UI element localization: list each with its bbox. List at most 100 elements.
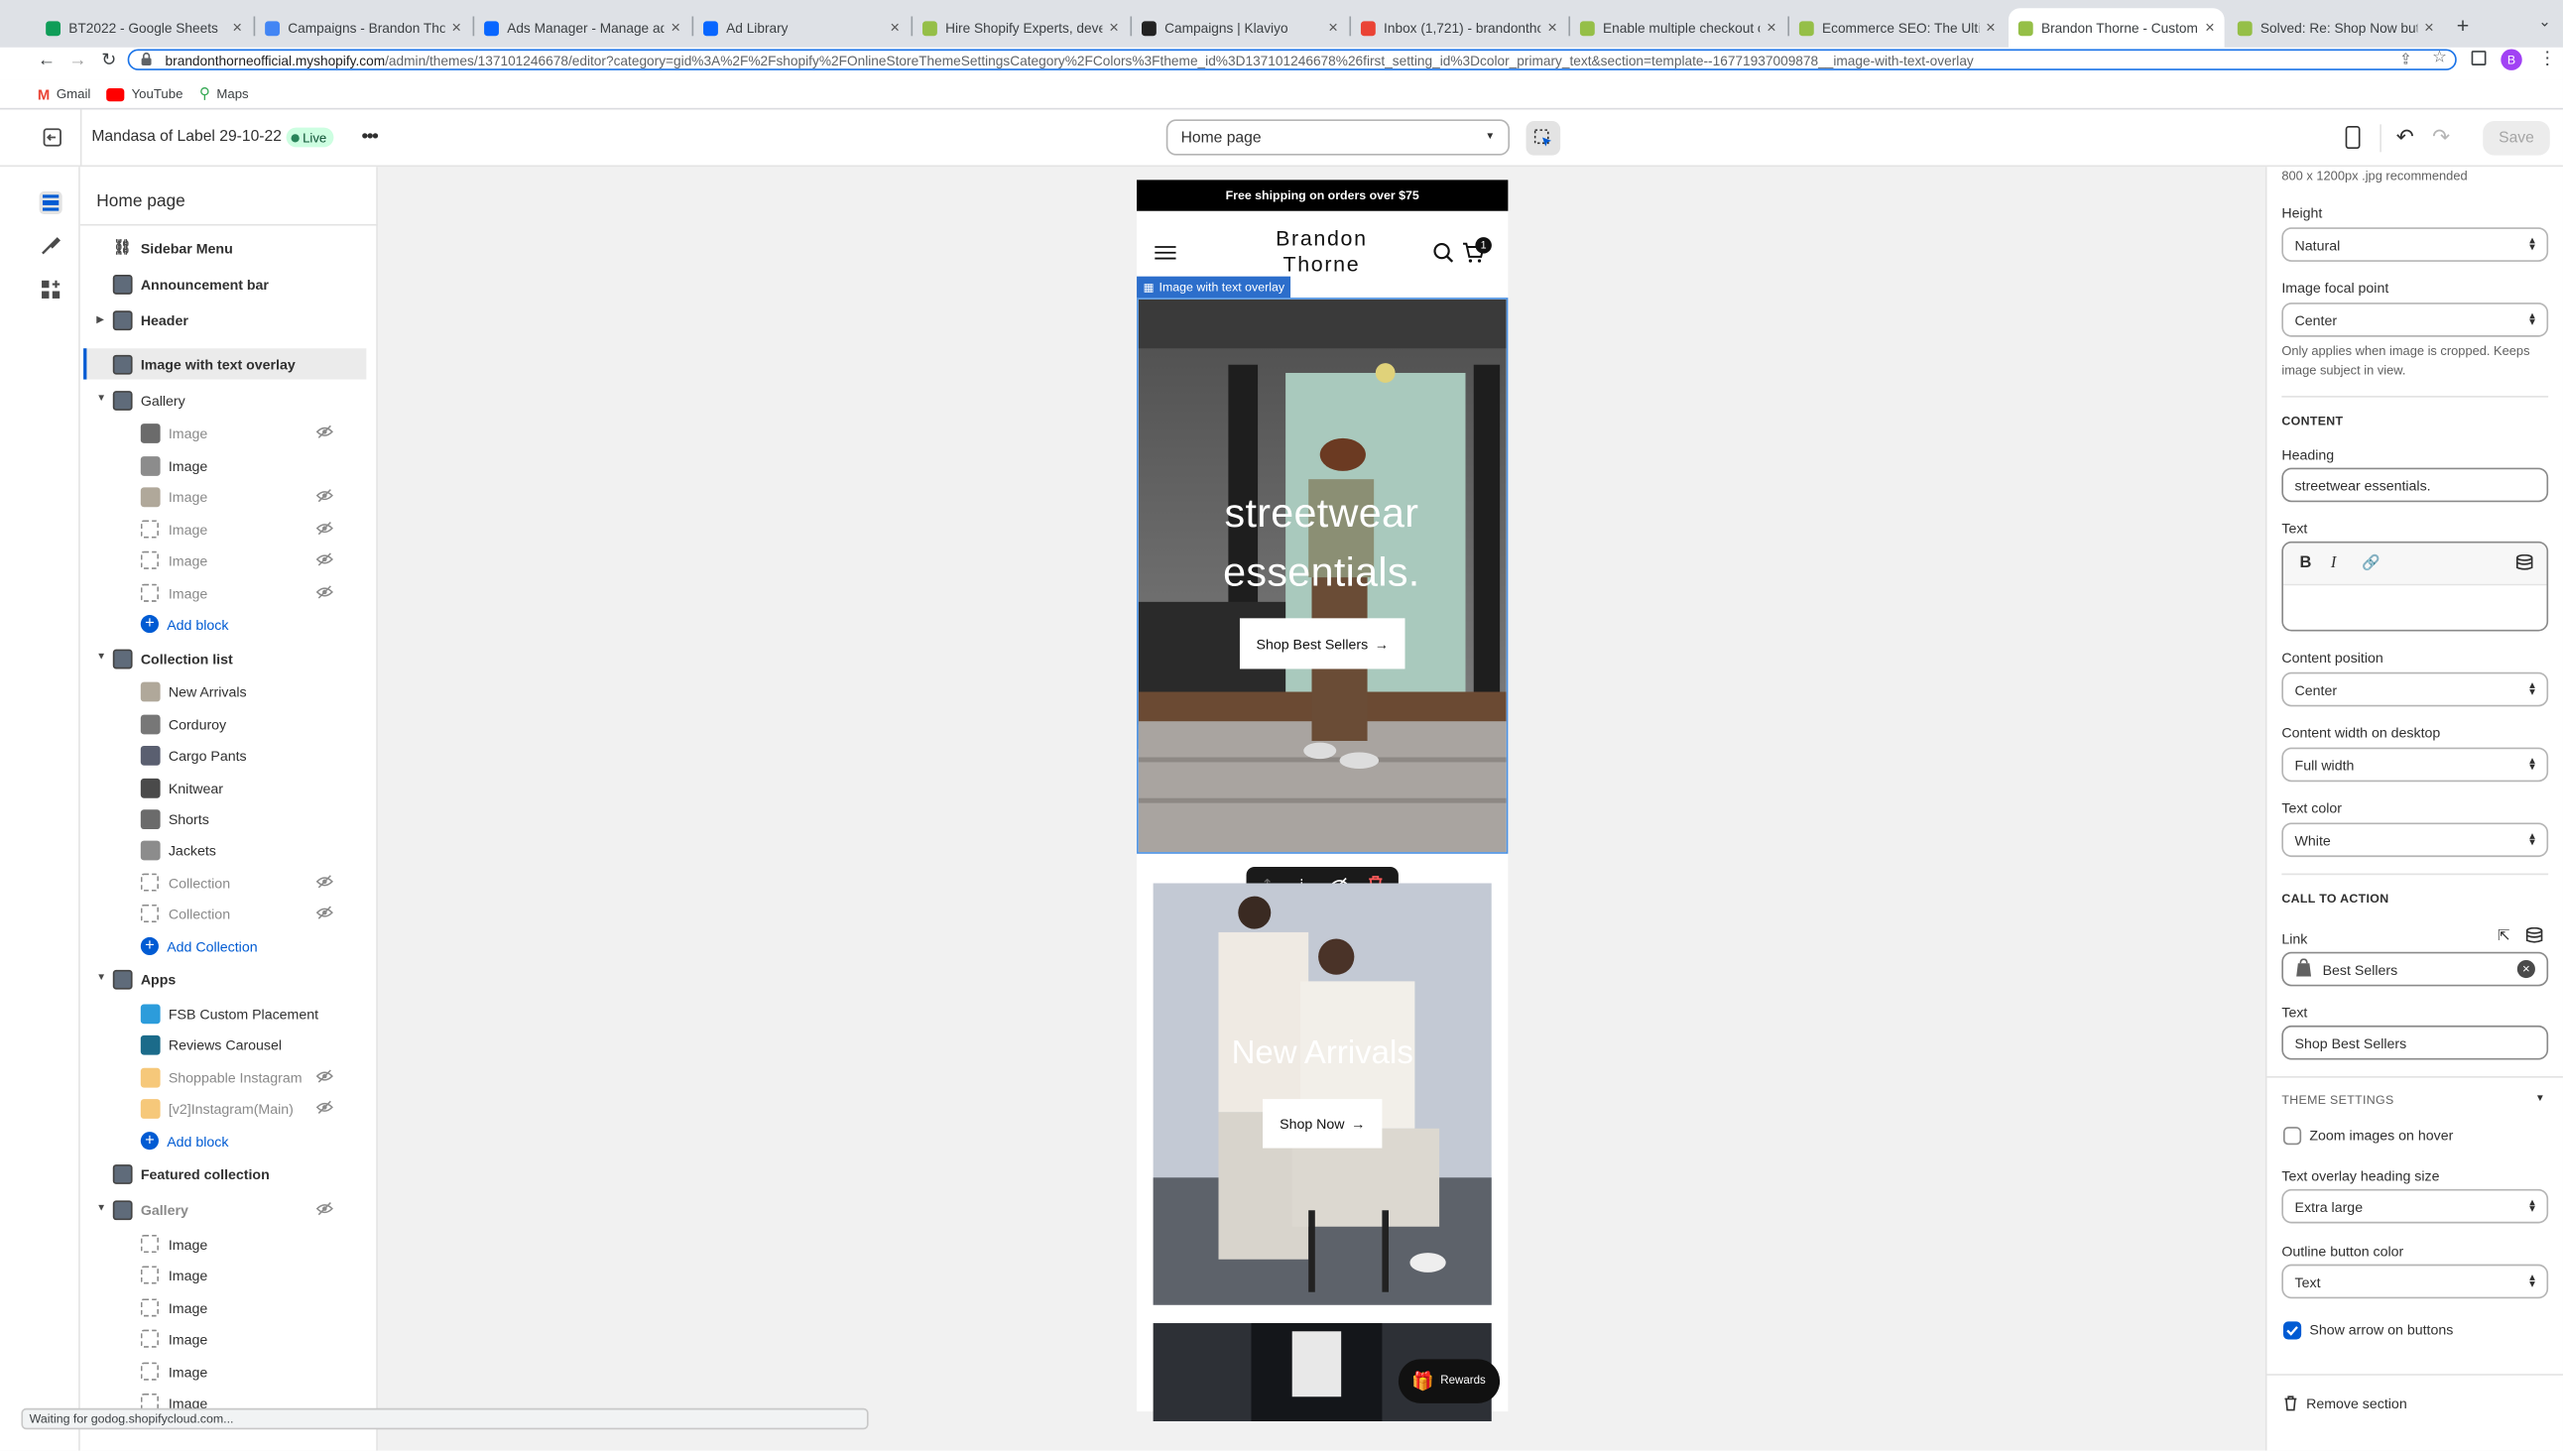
browser-tab[interactable]: Hire Shopify Experts, devel ×: [913, 8, 1129, 48]
theme-settings-header[interactable]: THEME SETTINGS: [2281, 1093, 2393, 1108]
section-tree-item[interactable]: Knitwear: [140, 772, 223, 802]
hidden-eye-icon[interactable]: [315, 520, 333, 538]
height-select[interactable]: Natural ▴ ▾: [2281, 227, 2549, 262]
browser-tab[interactable]: Enable multiple checkout op ×: [1570, 8, 1786, 48]
caret-right-icon[interactable]: ▶: [96, 314, 104, 325]
browser-tab[interactable]: Ecommerce SEO: The Ultim ×: [1789, 8, 2006, 48]
page-selector[interactable]: Home page ▼: [1165, 119, 1511, 156]
section-tree-item[interactable]: Image: [140, 1292, 207, 1323]
hidden-eye-icon[interactable]: [315, 1099, 333, 1117]
section-tree-item[interactable]: Image: [140, 1356, 207, 1387]
section-tree-item[interactable]: Image: [140, 1260, 207, 1290]
clear-link-icon[interactable]: ×: [2516, 959, 2535, 979]
section-tree-item[interactable]: Featured collection: [112, 1157, 270, 1188]
section-tree-item[interactable]: FSB Custom Placement: [140, 998, 318, 1029]
bookmark-maps[interactable]: ⚲ Maps: [199, 85, 249, 103]
section-tree-item[interactable]: Gallery: [112, 385, 185, 416]
section-tree-item[interactable]: Image: [140, 1228, 207, 1259]
mobile-preview-icon[interactable]: [2345, 125, 2361, 150]
section-tree-item[interactable]: Jackets: [140, 834, 216, 865]
tab-close-icon[interactable]: ×: [671, 19, 680, 37]
lock-icon[interactable]: [141, 53, 153, 65]
browser-tab[interactable]: Campaigns - Brandon Thor ×: [255, 8, 471, 48]
inspector-toggle-icon[interactable]: [1526, 121, 1561, 156]
section-tree-item[interactable]: Corduroy: [140, 708, 226, 739]
share-icon[interactable]: ⇪: [2399, 51, 2411, 68]
content-width-select[interactable]: Full width ▴ ▾: [2281, 747, 2549, 783]
hidden-eye-icon[interactable]: [315, 905, 333, 922]
hidden-eye-icon[interactable]: [315, 551, 333, 569]
undo-icon[interactable]: ↶: [2396, 124, 2414, 150]
section-tree-item[interactable]: Image: [140, 417, 207, 447]
hidden-eye-icon[interactable]: [315, 1068, 333, 1086]
browser-tab[interactable]: Inbox (1,721) - brandonthor ×: [1351, 8, 1567, 48]
overlay-size-select[interactable]: Extra large ▴ ▾: [2281, 1188, 2549, 1224]
link-picker[interactable]: Best Sellers: [2281, 951, 2549, 987]
sections-icon[interactable]: [39, 190, 62, 215]
caret-down-icon[interactable]: ▼: [96, 973, 106, 983]
section-tree-item[interactable]: Image: [140, 1323, 207, 1354]
section-tree-item[interactable]: Reviews Carousel: [140, 1029, 282, 1059]
heading-input[interactable]: streetwear essentials.: [2281, 467, 2549, 503]
add-block-button[interactable]: + Add block: [140, 608, 228, 639]
rewards-launcher[interactable]: 🎁 Rewards: [1398, 1359, 1501, 1403]
tab-close-icon[interactable]: ×: [1328, 19, 1338, 37]
section-tree-item[interactable]: Collection: [140, 898, 230, 928]
bold-icon[interactable]: B: [2299, 554, 2311, 572]
app-embeds-icon[interactable]: [41, 280, 61, 300]
content-position-select[interactable]: Center ▴ ▾: [2281, 671, 2549, 707]
add-block-button[interactable]: + Add block: [140, 1126, 228, 1156]
section-tree-item[interactable]: [v2]Instagram(Main): [140, 1093, 294, 1124]
bookmark-gmail[interactable]: M Gmail: [38, 86, 90, 102]
hamburger-menu-icon[interactable]: [1155, 245, 1176, 260]
tab-close-icon[interactable]: ×: [1109, 19, 1119, 37]
dynamic-source-icon[interactable]: [2515, 554, 2533, 570]
profile-avatar[interactable]: B: [2501, 49, 2522, 70]
browser-tab[interactable]: Brandon Thorne - Customiz ×: [2008, 8, 2225, 48]
section-tree-item[interactable]: Announcement bar: [112, 268, 269, 299]
section-tree-item[interactable]: Shorts: [140, 803, 209, 834]
hidden-eye-icon[interactable]: [315, 874, 333, 892]
link-source-icon[interactable]: [2525, 926, 2543, 943]
tab-close-icon[interactable]: ×: [451, 19, 461, 37]
tab-close-icon[interactable]: ×: [232, 19, 242, 37]
cta-text-input[interactable]: Shop Best Sellers: [2281, 1025, 2549, 1060]
redo-icon[interactable]: ↷: [2432, 124, 2450, 150]
section-tree-item[interactable]: Shoppable Instagram: [140, 1061, 303, 1092]
theme-settings-brush-icon[interactable]: [41, 235, 61, 255]
browser-tab[interactable]: BT2022 - Google Sheets ×: [36, 8, 252, 48]
new-tab-button[interactable]: +: [2457, 13, 2470, 38]
store-logo[interactable]: Brandon Thorne: [1243, 226, 1400, 279]
tab-close-icon[interactable]: ×: [890, 19, 900, 37]
section-tree-item[interactable]: Image: [140, 545, 207, 575]
forward-icon[interactable]: →: [68, 51, 86, 70]
zoom-images-checkbox[interactable]: [2283, 1127, 2302, 1146]
exit-icon[interactable]: [41, 126, 63, 149]
collapse-caret-icon[interactable]: ▼: [2535, 1094, 2545, 1104]
more-actions-button[interactable]: •••: [361, 124, 378, 147]
section-tree-item[interactable]: Header: [112, 304, 188, 335]
text-color-select[interactable]: White ▴ ▾: [2281, 822, 2549, 858]
tab-close-icon[interactable]: ×: [1547, 19, 1557, 37]
caret-down-icon[interactable]: ▼: [96, 653, 106, 663]
section-tree-item[interactable]: Image with text overlay: [112, 348, 296, 379]
tab-close-icon[interactable]: ×: [2205, 19, 2215, 37]
section-tree-item[interactable]: Apps: [112, 963, 176, 994]
shop-best-sellers-button[interactable]: Shop Best Sellers →: [1239, 618, 1405, 669]
section-tree-item[interactable]: Image: [140, 514, 207, 545]
tab-menu-icon[interactable]: ⌄: [2538, 13, 2550, 31]
show-arrow-checkbox[interactable]: [2283, 1321, 2302, 1340]
section-tree-item[interactable]: Collection list: [112, 643, 233, 673]
focal-point-select[interactable]: Center ▴ ▾: [2281, 303, 2549, 337]
rich-text-editor[interactable]: [2281, 541, 2549, 632]
back-icon[interactable]: ←: [38, 51, 56, 70]
link-icon[interactable]: 🔗: [2362, 554, 2380, 572]
bookmark-star-icon[interactable]: ☆: [2432, 49, 2447, 66]
outline-color-select[interactable]: Text ▴ ▾: [2281, 1264, 2549, 1299]
hidden-eye-icon[interactable]: [315, 584, 333, 602]
trash-icon[interactable]: [2283, 1395, 2298, 1411]
hidden-eye-icon[interactable]: [315, 1200, 333, 1218]
browser-tab[interactable]: Ads Manager - Manage ads ×: [474, 8, 690, 48]
section-tree-item[interactable]: Collection: [140, 867, 230, 898]
side-panel-icon[interactable]: [2471, 51, 2487, 65]
